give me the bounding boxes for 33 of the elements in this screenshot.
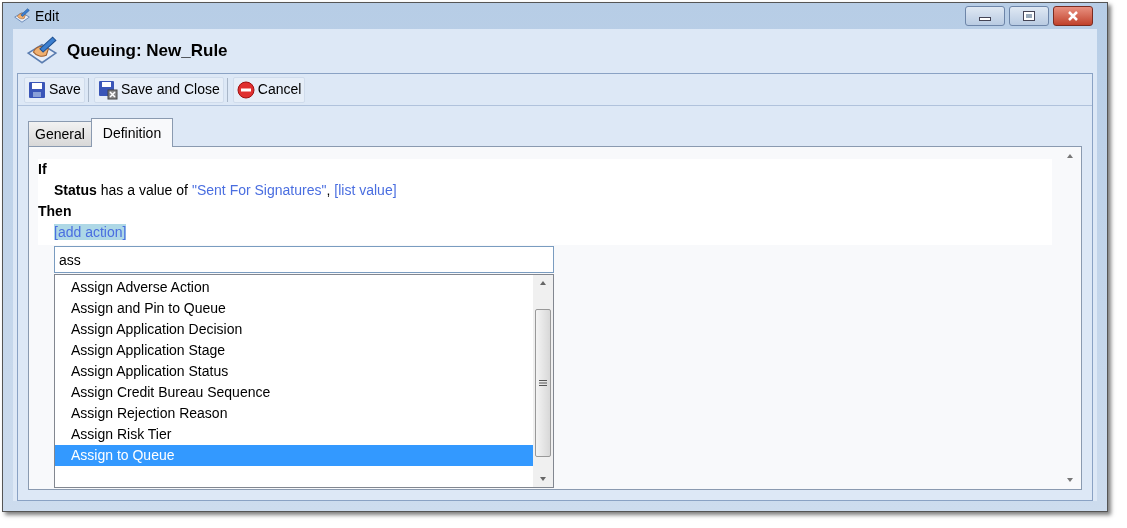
list-item[interactable]: Assign Adverse Action [55, 277, 533, 298]
floppy-disk-icon [97, 79, 118, 100]
cancel-icon [236, 80, 255, 99]
list-item[interactable]: Assign and Pin to Queue [55, 298, 533, 319]
minimize-button[interactable] [965, 6, 1005, 26]
close-icon [1067, 11, 1079, 21]
tab[interactable]: General [28, 121, 91, 146]
list-item[interactable]: Assign Application Decision [55, 319, 533, 340]
list-value-link[interactable]: [list value] [334, 180, 397, 201]
list-item[interactable]: Assign Rejection Reason [55, 403, 533, 424]
list-item[interactable]: Assign Credit Bureau Sequence [55, 382, 533, 403]
scrollbar[interactable] [533, 275, 553, 487]
window-title: Edit [35, 6, 60, 26]
list-item[interactable]: Assign Application Stage [55, 340, 533, 361]
tab[interactable]: Definition [90, 118, 174, 147]
then-label: Then [38, 202, 73, 221]
close-button[interactable] [1053, 6, 1093, 26]
page-title: Queuing: New_Rule [67, 40, 228, 63]
condition-text: has a value of [100, 181, 188, 200]
separator: , [326, 181, 331, 200]
condition-value[interactable]: "Sent For Signatures" [191, 180, 327, 201]
grip-icon [539, 380, 547, 386]
toolbar-button[interactable]: Cancel [232, 76, 306, 103]
maximize-button[interactable] [1009, 6, 1049, 26]
list-item[interactable]: Assign Risk Tier [55, 424, 533, 445]
scroll-thumb[interactable] [535, 309, 551, 457]
condition-field: Status [54, 180, 97, 201]
list-item[interactable]: Assign Application Status [55, 361, 533, 382]
toolbar-button[interactable]: Save [24, 76, 85, 103]
if-label: If [38, 160, 48, 179]
toolbar-button[interactable]: Save and Close [93, 76, 224, 103]
search-field[interactable]: ass [54, 246, 554, 273]
edit-icon [13, 7, 31, 25]
